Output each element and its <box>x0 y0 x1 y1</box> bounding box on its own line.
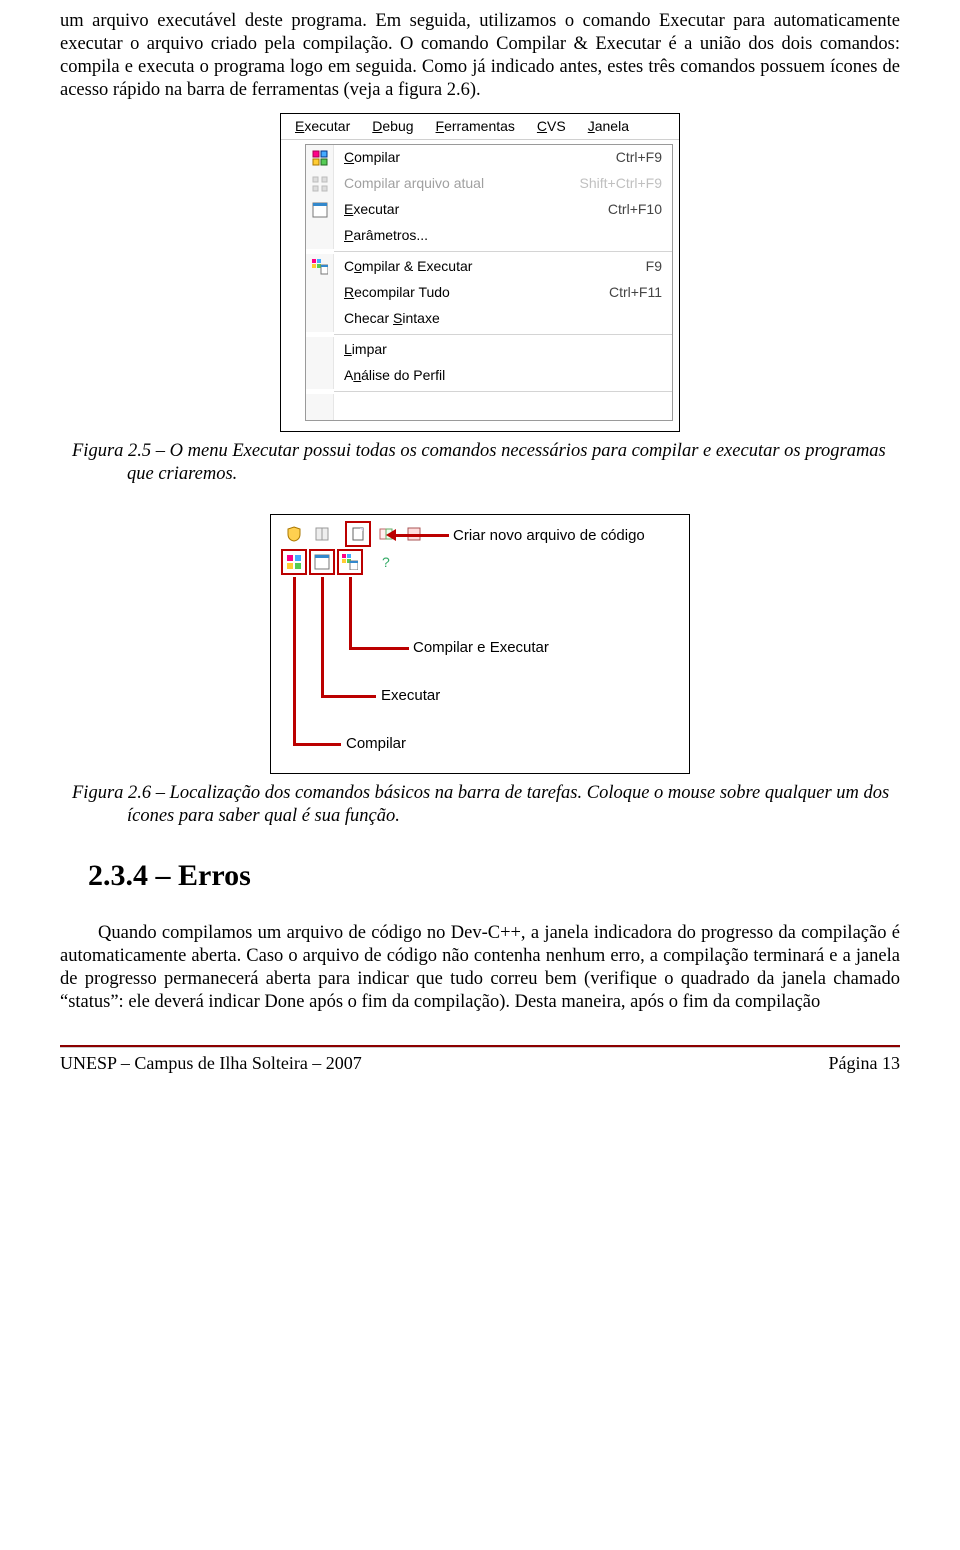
toolbar-btn-new-file[interactable] <box>345 521 371 547</box>
toolbar-btn-compile-run[interactable] <box>337 549 363 575</box>
menu-dropdown: Compilar Ctrl+F9 Compilar arquivo atual … <box>305 144 673 421</box>
arrow-line <box>321 695 376 698</box>
toolbar-btn-shield[interactable] <box>281 521 307 547</box>
toolbar-btn-run[interactable] <box>309 549 335 575</box>
menu-separator <box>334 391 672 392</box>
menu-item-compilar-executar[interactable]: Compilar & Executar F9 <box>306 254 672 280</box>
menu-item-resetar-programa <box>306 394 672 420</box>
section-heading-erros: 2.3.4 – Erros <box>88 857 900 895</box>
arrow-line <box>321 577 324 697</box>
empty-icon <box>306 394 334 420</box>
arrow-line <box>293 577 296 745</box>
annotation-compile: Compilar <box>346 735 406 754</box>
arrow-line <box>293 743 341 746</box>
empty-icon <box>306 223 334 249</box>
empty-icon <box>306 363 334 389</box>
shortcut: Ctrl+F9 <box>616 149 662 167</box>
figure-toolbar-callouts: ? Criar novo arquivo de código Compilar … <box>270 514 690 774</box>
compile-run-icon <box>306 254 334 280</box>
annotation-compile-run: Compilar e Executar <box>413 639 549 658</box>
menu-item-executar[interactable]: Executar Ctrl+F10 <box>306 197 672 223</box>
annotation-run: Executar <box>381 687 440 706</box>
shortcut: Ctrl+F11 <box>609 284 662 302</box>
paragraph-1: um arquivo executável deste programa. Em… <box>60 10 900 103</box>
menu-item-compilar[interactable]: Compilar Ctrl+F9 <box>306 145 672 171</box>
annotation-new-file: Criar novo arquivo de código <box>453 527 645 546</box>
menu-item-checar-sintaxe[interactable]: Checar Sintaxe <box>306 306 672 332</box>
figure-caption-1: Figura 2.5 – O menu Executar possui toda… <box>72 440 900 486</box>
arrow-line <box>349 577 352 649</box>
empty-icon <box>306 337 334 363</box>
menu-item-analise-perfil[interactable]: Análise do Perfil <box>306 363 672 389</box>
menubar-item-executar[interactable]: Executar <box>295 118 350 136</box>
menu-item-recompilar-tudo[interactable]: Recompilar Tudo Ctrl+F11 <box>306 280 672 306</box>
menu-item-parametros[interactable]: Parâmetros... <box>306 223 672 249</box>
shortcut: Ctrl+F10 <box>608 201 662 219</box>
empty-icon <box>306 306 334 332</box>
arrow-line <box>349 647 409 650</box>
menubar: Executar Debug Ferramentas CVS Janela <box>281 114 679 141</box>
shortcut: Shift+Ctrl+F9 <box>580 175 662 193</box>
page-footer: UNESP – Campus de Ilha Solteira – 2007 P… <box>60 1048 900 1075</box>
toolbar-btn-help[interactable]: ? <box>373 549 399 575</box>
arrow-line <box>394 534 449 537</box>
svg-text:?: ? <box>382 554 390 570</box>
figure-menu-executar: Executar Debug Ferramentas CVS Janela Co… <box>280 113 680 433</box>
empty-icon <box>306 280 334 306</box>
compile-icon <box>306 145 334 171</box>
figure-caption-2: Figura 2.6 – Localização dos comandos bá… <box>72 782 900 828</box>
menubar-item-debug[interactable]: Debug <box>372 118 413 136</box>
toolbar-btn-compile[interactable] <box>281 549 307 575</box>
shortcut: F9 <box>646 258 662 276</box>
compile-file-icon <box>306 171 334 197</box>
menubar-item-janela[interactable]: Janela <box>588 118 629 136</box>
toolbar-btn-book[interactable] <box>309 521 335 547</box>
menubar-item-ferramentas[interactable]: Ferramentas <box>436 118 515 136</box>
footer-left: UNESP – Campus de Ilha Solteira – 2007 <box>60 1052 362 1075</box>
menu-item-limpar[interactable]: Limpar <box>306 337 672 363</box>
run-icon <box>306 197 334 223</box>
paragraph-2: Quando compilamos um arquivo de código n… <box>60 922 900 1015</box>
menu-item-compilar-atual: Compilar arquivo atual Shift+Ctrl+F9 <box>306 171 672 197</box>
menu-separator <box>334 334 672 335</box>
toolbar: ? <box>281 521 427 575</box>
menubar-item-cvs[interactable]: CVS <box>537 118 566 136</box>
footer-page-number: Página 13 <box>829 1052 901 1075</box>
menu-separator <box>334 251 672 252</box>
